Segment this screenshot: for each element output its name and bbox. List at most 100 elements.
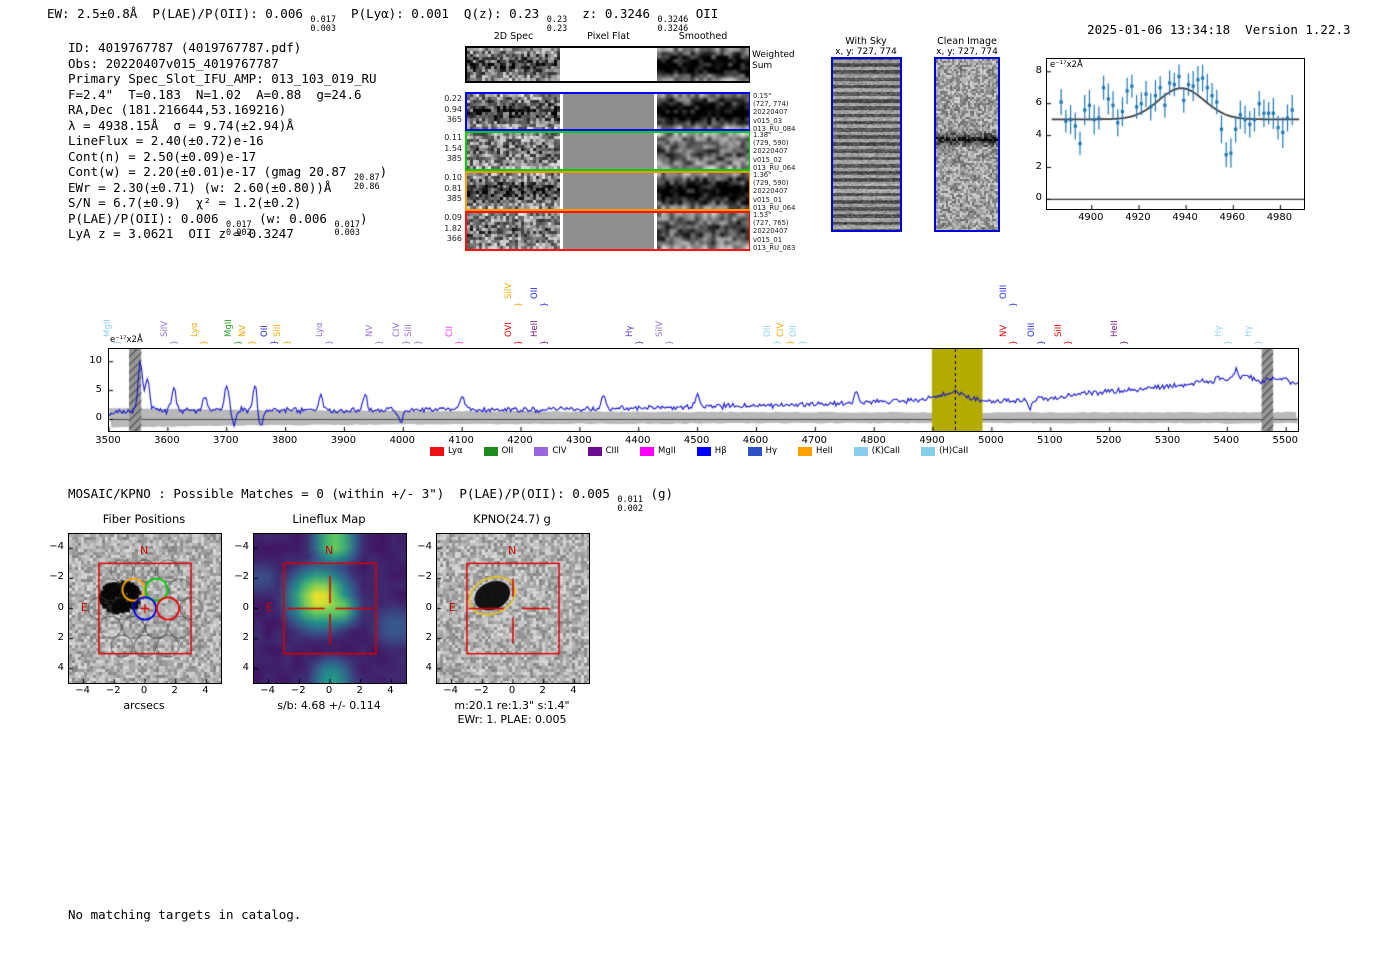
main-xtick: 4900 bbox=[919, 435, 945, 446]
lineflux-ytick: 4 bbox=[242, 661, 249, 673]
spec2d-panel-smoothed-2 bbox=[657, 133, 749, 169]
spec2d-right-label: v015_01 bbox=[753, 235, 783, 244]
emission-line-brace: { bbox=[1120, 339, 1130, 346]
emission-line-label: Hγ bbox=[625, 325, 636, 337]
emission-line-brace: { bbox=[269, 339, 279, 346]
legend-swatch bbox=[430, 446, 444, 456]
info-line-0: ID: 4019767787 (4019767787.pdf) bbox=[68, 40, 387, 56]
legend-swatch bbox=[696, 446, 711, 456]
emission-line-label: SiIV bbox=[655, 320, 666, 337]
lineflux-xtick: −4 bbox=[260, 685, 275, 696]
legend-item: Hγ bbox=[747, 446, 778, 456]
stacked-fraction: 0.017 0.003 bbox=[334, 220, 360, 238]
spec2d-right-label: 20220407 bbox=[753, 187, 788, 196]
spec2d-right-label: 1.38" bbox=[753, 131, 772, 139]
spec2d-panel-spec-3 bbox=[467, 173, 560, 209]
main-xtick: 5400 bbox=[1213, 435, 1240, 446]
spec2d-right-labels-3: 1.36" (729, 590) 20220407 v015_01 013_RU_064 bbox=[753, 171, 813, 212]
text-segment: F=2.4" T=0.183 N=1.02 A=0.88 g=24.6 bbox=[68, 86, 362, 102]
main-xtick: 4500 bbox=[683, 435, 710, 446]
spec2d-right-label: (729, 590) bbox=[753, 139, 789, 148]
text-segment: S/N = 6.7(±0.9) χ² = 1.2(±0.2) bbox=[68, 195, 302, 210]
main-xtick: 3500 bbox=[95, 435, 121, 446]
legend-label: (K)CaII bbox=[871, 446, 901, 456]
legend-item: Hβ bbox=[696, 446, 727, 456]
info-line-10: S/N = 6.7(±0.9) χ² = 1.2(±0.2) bbox=[68, 195, 387, 211]
spec2d-right-label: 1.53" bbox=[753, 211, 772, 219]
clean-image-frame bbox=[934, 57, 1000, 232]
main-ytick: 5 bbox=[95, 383, 102, 395]
emission-line-label: SiII bbox=[403, 324, 414, 337]
lineflux-ytick: −4 bbox=[234, 541, 249, 553]
text-segment: EW: 2.5±0.8Å P(LAE)/P(OII): 0.006 bbox=[47, 6, 311, 21]
fiber-xtick: 4 bbox=[202, 685, 209, 696]
emission-line-brace: { bbox=[1223, 339, 1233, 346]
emission-line-label: CIV bbox=[392, 322, 403, 337]
main-xtick: 5300 bbox=[1154, 435, 1181, 446]
kpno-caption1: m:20.1 re:1.3" s:1.4" bbox=[454, 699, 570, 712]
mosaic-match-line: MOSAIC/KPNO : Possible Matches = 0 (with… bbox=[68, 486, 673, 513]
kpno-xtick: 0 bbox=[508, 685, 516, 696]
fiber-xlabel: arcsecs bbox=[123, 699, 165, 712]
text-segment: LyA z = 3.0621 OII z = 0.3247 bbox=[68, 226, 294, 241]
main-xtick: 3800 bbox=[271, 435, 298, 446]
lineflux-title: Lineflux Map bbox=[292, 512, 366, 526]
emission-line-label: Hγ bbox=[1213, 325, 1224, 337]
spec2d-right-label: 0.15" bbox=[753, 92, 772, 100]
emission-line-brace: { bbox=[1009, 339, 1019, 346]
kpno-xtick: −2 bbox=[473, 685, 489, 696]
spec2d-header-2dspec: 2D Spec bbox=[493, 31, 534, 42]
fiber-title: Fiber Positions bbox=[102, 512, 186, 526]
legend-label: (H)CaII bbox=[939, 446, 969, 456]
legend-item: CIII bbox=[587, 446, 619, 456]
east-label: E bbox=[448, 600, 456, 614]
emission-line-brace: { bbox=[1063, 339, 1073, 346]
inset-xtick: 4920 bbox=[1125, 212, 1151, 223]
emission-line-label: OII bbox=[788, 325, 799, 337]
spectrum-legend: Lyα OII CIV CIII MgII Hβ Hγ HeII (K)CaII (H)CaII bbox=[430, 446, 968, 456]
emission-line-label: MgII bbox=[224, 319, 235, 337]
weighted-sum-label-line2: Sum bbox=[752, 61, 773, 71]
fiber-ytick: 0 bbox=[57, 601, 64, 613]
legend-swatch bbox=[640, 446, 655, 456]
spec2d-left-label: 365 bbox=[446, 115, 462, 124]
spec2d-left-label: 366 bbox=[446, 234, 462, 243]
main-xtick: 4100 bbox=[448, 435, 474, 446]
emission-line-brace: { bbox=[785, 339, 795, 346]
emission-line-brace: { bbox=[402, 339, 412, 346]
lineflux-ytick: 0 bbox=[242, 601, 249, 613]
legend-item: CIV bbox=[534, 446, 567, 456]
emission-line-label: MgII bbox=[103, 319, 113, 337]
header-right: 2025-01-06 13:34:18 Version 1.22.3 bbox=[1057, 6, 1350, 53]
emission-line-label: OII bbox=[762, 325, 773, 337]
emission-line-brace: { bbox=[1254, 339, 1264, 346]
spec2d-left-labels-3: 0.10 0.81 385 bbox=[436, 173, 462, 205]
legend-label: HeII bbox=[816, 446, 833, 456]
north-label: N bbox=[140, 544, 149, 558]
spec2d-panel-spec-2 bbox=[467, 133, 560, 169]
line-fit-plot bbox=[1046, 58, 1305, 210]
main-xtick: 4200 bbox=[507, 435, 533, 446]
clean-image bbox=[936, 59, 998, 230]
spec2d-right-labels-2: 1.38" (729, 590) 20220407 v015_02 013_RU_064 bbox=[753, 131, 813, 172]
legend-swatch bbox=[853, 446, 868, 456]
kpno-ytick: 0 bbox=[425, 601, 432, 613]
legend-label: Hγ bbox=[765, 446, 778, 456]
text-segment: EWr = 2.30(±0.71) (w: 2.60(±0.80))Å bbox=[68, 179, 332, 195]
north-label: N bbox=[508, 544, 517, 558]
inset-unit-label: e⁻¹⁷x2Å bbox=[1050, 60, 1083, 70]
text-segment: λ = 4938.15Å σ = 9.74(±2.94)Å bbox=[68, 117, 294, 133]
clean-coords: x, y: 727, 774 bbox=[936, 47, 998, 57]
emission-line-brace: { bbox=[200, 339, 210, 346]
hetdex-detection-report: EW: 2.5±0.8Å P(LAE)/P(OII): 0.006 0.017 0… bbox=[0, 0, 1400, 953]
legend-swatch bbox=[747, 446, 762, 456]
emission-line-brace: { bbox=[113, 339, 123, 346]
emission-line-brace: { bbox=[455, 339, 465, 346]
header-summary-line: EW: 2.5±0.8Å P(LAE)/P(OII): 0.006 0.017 0… bbox=[47, 6, 718, 33]
fiber-ytick: −4 bbox=[49, 541, 64, 553]
report-timestamp: 2025-01-06 13:34:18 bbox=[1087, 21, 1231, 37]
spec2d-panel-flat-4 bbox=[563, 213, 654, 249]
withsky-image bbox=[833, 59, 900, 230]
emission-line-label: HeII bbox=[530, 320, 541, 337]
legend-item: (H)CaII bbox=[921, 446, 968, 456]
